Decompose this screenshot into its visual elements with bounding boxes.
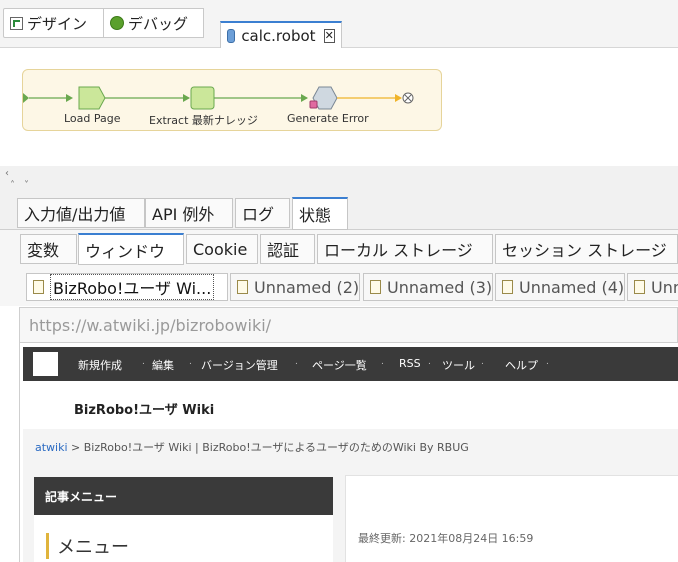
step-label-load-page: Load Page	[64, 112, 121, 125]
chevron-left-icon[interactable]: ‹	[5, 168, 9, 179]
tab-label: ログ	[242, 205, 275, 224]
nav-tools[interactable]: ツール	[442, 357, 475, 373]
nav-separator: .	[546, 357, 549, 367]
chevron-up-icon[interactable]: ˄	[10, 180, 15, 191]
breadcrumb-path: > BizRobo!ユーザ Wiki | BizRobo!ユーザによるユーザのた…	[67, 441, 469, 454]
workflow-frame: Load Page Extract 最新ナレッジ Generate Error	[22, 69, 442, 131]
connector-arrow	[183, 94, 190, 102]
window-tab-unnamed-3[interactable]: Unnamed (3)	[363, 273, 493, 301]
window-tab-bar: BizRobo!ユーザ Wi... Unnamed (2) Unnamed (3…	[0, 268, 678, 306]
tab-api-exception[interactable]: API 例外	[145, 198, 233, 228]
nav-separator: .	[381, 357, 384, 367]
state-tab-bar: 変数 ウィンドウ Cookie 認証 ローカル ストレージ セッション ストレー…	[0, 230, 678, 268]
page-icon	[502, 280, 513, 294]
step-label-extract: Extract 最新ナレッジ	[149, 114, 258, 127]
tab-variables[interactable]: 変数	[20, 234, 77, 264]
connector-arrow	[301, 94, 308, 102]
design-tab-label: デザイン	[27, 14, 88, 33]
close-icon[interactable]: ✕	[323, 28, 335, 43]
side-menu-title: メニュー	[46, 533, 129, 559]
step-load-page[interactable]	[78, 86, 106, 110]
tab-authentication[interactable]: 認証	[260, 234, 315, 264]
side-menu-header: 記事メニュー	[34, 477, 333, 515]
debug-perspective-tab[interactable]: デバッグ	[104, 8, 204, 38]
page-icon	[33, 280, 44, 294]
tab-local-storage[interactable]: ローカル ストレージ	[317, 234, 493, 264]
window-tab-label: Unn	[651, 277, 678, 297]
tab-cookie[interactable]: Cookie	[186, 234, 258, 264]
tab-state[interactable]: 状態	[292, 197, 348, 230]
window-tab-label: Unnamed (3)	[387, 277, 493, 297]
window-tab-unnamed-2[interactable]: Unnamed (2)	[230, 273, 360, 301]
editor-tab-label: calc.robot	[241, 26, 316, 45]
side-menu-body: メニュー	[34, 515, 333, 562]
window-tab-label: Unnamed (2)	[254, 277, 360, 297]
connector-arrow	[66, 94, 73, 102]
tab-input-output[interactable]: 入力値/出力値	[17, 198, 145, 228]
robot-icon	[227, 28, 236, 43]
tab-session-storage[interactable]: セッション ストレージ	[495, 234, 678, 264]
bug-icon	[110, 16, 124, 30]
design-icon	[10, 16, 23, 30]
tab-label: セッション ストレージ	[502, 241, 667, 260]
debug-tab-label: デバッグ	[128, 14, 189, 33]
window-tab-bizrobo-wiki[interactable]: BizRobo!ユーザ Wi...	[26, 273, 228, 301]
tab-window[interactable]: ウィンドウ	[78, 233, 184, 265]
last-updated-text: 最終更新: 2021年08月24日 16:59	[358, 532, 534, 545]
panel-tab-bar: 入力値/出力値 API 例外 ログ 状態	[0, 196, 678, 230]
window-tab-label: BizRobo!ユーザ Wi...	[50, 274, 215, 300]
nav-separator: .	[428, 357, 431, 367]
breadcrumb-link-atwiki[interactable]: atwiki	[35, 441, 68, 454]
nav-version-control[interactable]: バージョン管理	[201, 357, 278, 373]
tab-label: ローカル ストレージ	[324, 241, 473, 260]
nav-separator: .	[295, 357, 298, 367]
step-extract[interactable]	[190, 86, 215, 110]
breadcrumb-text: atwiki > BizRobo!ユーザ Wiki | BizRobo!ユーザに…	[35, 439, 469, 455]
error-badge-icon	[309, 100, 318, 109]
nav-new-page[interactable]: 新規作成	[78, 357, 122, 373]
site-nav-bar: 新規作成 . 編集 . バージョン管理 . ページ一覧 . RSS . ツール …	[23, 347, 678, 381]
chevron-down-icon[interactable]: ˅	[24, 180, 29, 191]
page-icon	[237, 280, 248, 294]
url-field[interactable]: https://w.atwiki.jp/bizrobowiki/	[19, 307, 678, 343]
tab-label: 認証	[267, 241, 300, 260]
tab-log[interactable]: ログ	[235, 198, 290, 228]
design-perspective-tab[interactable]: デザイン	[3, 8, 104, 38]
site-title[interactable]: BizRobo!ユーザ Wiki	[74, 399, 214, 418]
nav-separator: .	[189, 357, 192, 367]
tab-label: Cookie	[193, 239, 248, 259]
nav-separator: .	[481, 357, 484, 367]
editor-tab-calc-robot[interactable]: calc.robot ✕	[220, 21, 342, 48]
page-icon	[370, 280, 381, 294]
nav-help[interactable]: ヘルプ	[505, 357, 538, 373]
tab-label: API 例外	[152, 205, 215, 224]
url-text: https://w.atwiki.jp/bizrobowiki/	[29, 315, 272, 335]
step-label-generate-error: Generate Error	[287, 112, 369, 125]
tab-label: 状態	[299, 206, 332, 225]
tab-label: 変数	[27, 241, 60, 260]
tab-label: 入力値/出力値	[24, 205, 126, 224]
tab-label: ウィンドウ	[85, 241, 166, 261]
site-logo[interactable]	[33, 352, 58, 376]
nav-rss[interactable]: RSS	[399, 357, 421, 370]
window-tab-unnamed-5[interactable]: Unn	[627, 273, 678, 301]
nav-separator: .	[142, 357, 145, 367]
page-icon	[634, 280, 645, 294]
nav-page-list[interactable]: ページ一覧	[312, 357, 367, 373]
browser-view[interactable]: 新規作成 . 編集 . バージョン管理 . ページ一覧 . RSS . ツール …	[19, 343, 678, 562]
panel-splitter[interactable]: ‹ ˄ ˅	[0, 166, 678, 196]
end-connector-arrow	[395, 94, 402, 102]
window-tab-label: Unnamed (4)	[519, 277, 625, 297]
window-tab-unnamed-4[interactable]: Unnamed (4)	[495, 273, 625, 301]
main-content-card: 最終更新: 2021年08月24日 16:59	[345, 475, 678, 562]
breadcrumb: atwiki > BizRobo!ユーザ Wiki | BizRobo!ユーザに…	[23, 429, 678, 461]
perspective-bar: デザイン デバッグ calc.robot ✕	[0, 0, 678, 48]
flow-entry-arrow	[23, 93, 29, 103]
nav-edit[interactable]: 編集	[152, 357, 174, 373]
workflow-canvas[interactable]: Load Page Extract 最新ナレッジ Generate Error	[0, 48, 678, 166]
